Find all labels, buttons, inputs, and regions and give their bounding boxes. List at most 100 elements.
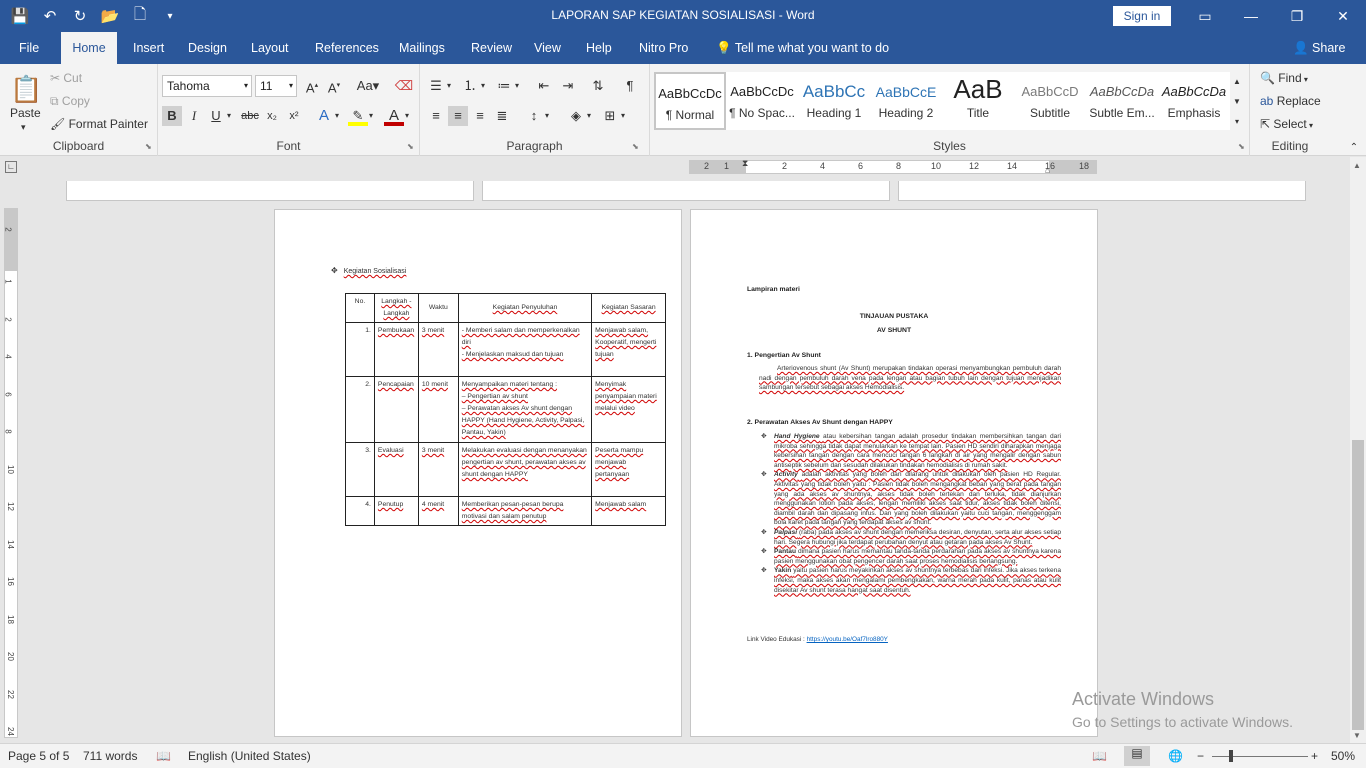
chevron-down-icon[interactable]: ▾ [402,106,412,126]
scroll-up-icon[interactable]: ▲ [1353,161,1361,170]
page-sap-table[interactable]: ✥ Kegiatan Sosialisasi No. Langkah - Lang… [274,209,682,737]
language[interactable]: English (United States) [188,749,311,763]
style-heading-1[interactable]: AaBbCc Heading 1 [798,72,870,130]
paste-icon[interactable]: 📋 [10,72,42,106]
tab-design[interactable]: Design [178,32,237,64]
styles-more-icon[interactable]: ▾ [1230,112,1244,132]
style-title[interactable]: AaB Title [942,72,1014,130]
align-right-icon[interactable]: ≡ [470,106,490,126]
style-subtitle[interactable]: AaBbCcD Subtitle [1014,72,1086,130]
cut-button[interactable]: ✂ Cut [50,71,82,85]
tab-help[interactable]: Help [576,32,622,64]
strikethrough-icon[interactable]: abc [240,106,260,126]
tab-file[interactable]: File [9,32,49,64]
scrollbar-thumb[interactable] [1352,440,1364,730]
change-case-icon[interactable]: Aa▾ [354,76,382,96]
sign-in-button[interactable]: Sign in [1113,6,1171,26]
zoom-in-icon[interactable]: + [1311,749,1318,763]
chevron-down-icon[interactable]: ▾ [512,76,522,96]
style-normal[interactable]: AaBbCcDc ¶ Normal [654,72,726,130]
superscript-icon[interactable]: x² [284,106,304,126]
bullets-icon[interactable]: ☰ [426,76,446,96]
line-spacing-icon[interactable]: ↕ [524,106,544,126]
chevron-down-icon[interactable]: ▾ [332,106,342,126]
restore-button[interactable]: ❐ [1274,0,1320,32]
paste-button[interactable]: Paste [10,106,41,120]
chevron-down-icon[interactable]: ▾ [478,76,488,96]
highlight-color-icon[interactable]: ✎ [348,106,368,126]
dialog-launcher-icon[interactable]: ⬊ [407,142,414,151]
tab-mailings[interactable]: Mailings [389,32,455,64]
chevron-down-icon[interactable]: ▾ [542,106,552,126]
align-left-icon[interactable]: ≡ [426,106,446,126]
align-center-icon[interactable]: ≡ [448,106,468,126]
underline-icon[interactable]: U [206,106,226,126]
grow-font-icon[interactable]: A▴ [302,76,322,96]
scroll-down-icon[interactable]: ▼ [1353,731,1361,740]
ribbon-display-icon[interactable]: ▭ [1182,0,1228,32]
underline-dropdown-icon[interactable]: ▾ [224,106,234,126]
tab-insert[interactable]: Insert [123,32,174,64]
zoom-slider[interactable] [1212,756,1308,757]
text-effects-icon[interactable]: A [314,106,334,126]
borders-icon[interactable]: ⊞ [600,106,620,126]
horizontal-ruler[interactable]: 2 1 2 4 6 8 10 12 14 16 18 ⧗ ⌂ [689,158,1097,175]
tab-layout[interactable]: Layout [241,32,299,64]
bold-icon[interactable]: B [162,106,182,126]
style-no-spacing[interactable]: AaBbCcDc ¶ No Spac... [726,72,798,130]
find-button[interactable]: 🔍 Find ▾ [1260,71,1308,85]
decrease-indent-icon[interactable]: ⇤ [534,76,554,96]
font-color-icon[interactable]: A [384,106,404,126]
chevron-down-icon[interactable]: ▾ [618,106,628,126]
dialog-launcher-icon[interactable]: ⬊ [1238,142,1245,151]
tell-me-search[interactable]: 💡 Tell me what you want to do [716,32,889,64]
vertical-ruler[interactable]: 2 1 2 4 6 8 10 12 14 16 18 20 22 24 [4,208,18,738]
tab-home[interactable]: Home [61,32,117,64]
pilcrow-icon[interactable]: ¶ [620,76,640,96]
font-size-combo[interactable]: 11 ▾ [255,75,297,97]
tab-references[interactable]: References [305,32,389,64]
zoom-level[interactable]: 50% [1331,749,1355,763]
collapse-ribbon-icon[interactable]: ⌃ [1344,138,1364,158]
increase-indent-icon[interactable]: ⇥ [558,76,578,96]
style-emphasis[interactable]: AaBbCcDa Emphasis [1158,72,1230,130]
styles-scroll-down-icon[interactable]: ▼ [1230,92,1244,112]
zoom-slider-thumb[interactable] [1229,750,1233,762]
page-count[interactable]: Page 5 of 5 [8,749,69,763]
chevron-down-icon[interactable]: ▾ [444,76,454,96]
proofing-icon[interactable]: 📖 [156,749,171,763]
video-link[interactable]: https://youtu.be/Oaf7lro880Y [807,636,888,643]
font-name-combo[interactable]: Tahoma ▾ [162,75,252,97]
tab-view[interactable]: View [524,32,571,64]
shading-icon[interactable]: ◈ [566,106,586,126]
share-button[interactable]: 👤 Share [1293,32,1345,64]
copy-button[interactable]: ⧉ Copy [50,94,90,109]
paste-dropdown-icon[interactable]: ▾ [21,122,26,133]
format-painter-button[interactable]: 🖌 Format Painter [50,117,148,131]
read-mode-icon[interactable]: 📖 [1092,749,1107,763]
tab-nitro-pro[interactable]: Nitro Pro [629,32,698,64]
styles-scroll-up-icon[interactable]: ▲ [1230,72,1244,92]
word-count[interactable]: 711 words [83,749,137,763]
page-lampiran[interactable]: Lampiran materi TINJAUAN PUSTAKA AV SHUN… [690,209,1098,737]
right-indent-icon[interactable]: ⌂ [1045,166,1050,175]
style-subtle-emphasis[interactable]: AaBbCcDa Subtle Em... [1086,72,1158,130]
print-layout-icon[interactable]: ▤ [1124,746,1150,766]
justify-icon[interactable]: ≣ [492,106,512,126]
minimize-button[interactable]: — [1228,0,1274,32]
dialog-launcher-icon[interactable]: ⬊ [145,142,152,151]
close-button[interactable]: ✕ [1320,0,1366,32]
tab-selector-icon[interactable]: ∟ [5,161,17,173]
numbering-icon[interactable]: ⒈ [460,76,480,96]
replace-button[interactable]: ab Replace [1260,94,1321,108]
chevron-down-icon[interactable]: ▾ [584,106,594,126]
shrink-font-icon[interactable]: A▾ [324,76,344,96]
vertical-scrollbar[interactable]: ▲ ▼ [1350,157,1366,743]
clear-formatting-icon[interactable]: ⌫ [394,76,414,96]
italic-icon[interactable]: I [184,106,204,126]
dialog-launcher-icon[interactable]: ⬊ [632,142,639,151]
document-canvas[interactable]: ✥ Kegiatan Sosialisasi No. Langkah - Lang… [20,177,1350,743]
tab-review[interactable]: Review [461,32,522,64]
web-layout-icon[interactable]: 🌐 [1168,749,1183,763]
select-button[interactable]: ⇱ Select ▾ [1260,117,1313,131]
